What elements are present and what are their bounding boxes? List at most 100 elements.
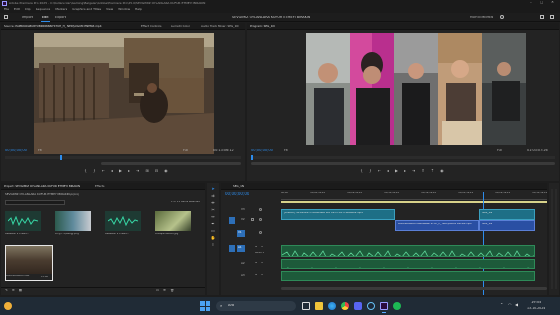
file-explorer-icon[interactable] [315, 302, 323, 310]
track-header-v1[interactable]: V1 [225, 228, 279, 240]
settings-icon[interactable] [500, 15, 504, 19]
mark-out-icon[interactable]: } [93, 169, 96, 175]
close-button[interactable]: ✕ [551, 1, 557, 5]
task-view-icon[interactable] [302, 302, 310, 310]
source-scrubber[interactable] [5, 155, 241, 160]
program-go-to-in-icon[interactable]: ⇤ [378, 169, 381, 175]
tab-lumetri[interactable]: Lumetri Color [171, 25, 190, 28]
clip-v1[interactable]: PAPRIKOGBURTUBRINNNNYSTUH_H_ NEDŞÜĞÜM EN… [395, 220, 479, 231]
mute-button[interactable]: M [255, 274, 257, 277]
program-mark-out-icon[interactable]: } [369, 169, 372, 175]
source-patch-a[interactable] [229, 245, 235, 252]
clock-time[interactable]: 19:55 [531, 301, 541, 305]
project-item[interactable]: a7@FTQ6wtgJ.png [55, 211, 91, 239]
ripple-edit-tool-icon[interactable]: ⇹ [211, 201, 214, 205]
premiere-taskbar-icon[interactable] [380, 302, 388, 310]
spotify-icon[interactable] [393, 302, 401, 310]
mute-button[interactable]: M [255, 246, 257, 249]
tab-edit[interactable]: Edit [42, 16, 49, 19]
maximize-button[interactable]: □ [540, 1, 546, 5]
home-icon[interactable] [4, 15, 8, 19]
tab-effect-controls[interactable]: Effect Controls [141, 25, 162, 28]
eye-icon[interactable] [259, 208, 262, 211]
program-mark-in-icon[interactable]: { [360, 169, 363, 175]
audio-clip-a2[interactable] [281, 259, 535, 269]
program-timecode[interactable]: 00;00;00;00 [251, 149, 273, 153]
slip-tool-icon[interactable]: ↔ [211, 215, 214, 219]
tab-effects[interactable]: Effects [95, 185, 105, 188]
eye-icon[interactable] [259, 231, 262, 234]
solo-button[interactable]: S [261, 274, 263, 277]
type-tool-icon[interactable]: T [212, 243, 214, 247]
timeline-ruler[interactable]: 00;00 00;04;59;29 00;09;59;29 00;14;59;2… [281, 192, 547, 200]
mute-button[interactable]: M [255, 262, 257, 265]
track-header-a3[interactable]: A3 M S [225, 271, 279, 281]
clock-date[interactable]: 13.10.2024 [527, 307, 545, 310]
project-item[interactable]: Assassin's Creed... [5, 211, 41, 239]
step-forward-icon[interactable]: ▸ [128, 169, 130, 175]
track-select-tool-icon[interactable]: ⇉ [211, 194, 214, 198]
browser-icon[interactable] [328, 302, 336, 310]
pen-tool-icon[interactable]: ✒ [211, 222, 214, 226]
program-zoom-bar[interactable] [251, 162, 555, 165]
new-item-icon[interactable]: ⊕ [163, 289, 166, 294]
overwrite-icon[interactable]: ⊟ [155, 169, 158, 175]
trash-icon[interactable]: 🗑 [170, 289, 174, 294]
source-resolution-select[interactable]: Full [183, 149, 188, 152]
new-bin-icon[interactable]: ▭ [156, 289, 159, 294]
steam-icon[interactable] [367, 302, 375, 310]
export-frame-icon[interactable]: ◉ [164, 169, 168, 175]
track-header-v2[interactable]: V2 [225, 215, 279, 227]
insert-icon[interactable]: ⊞ [145, 169, 148, 175]
discord-icon[interactable] [354, 302, 362, 310]
clip-v2-b[interactable]: SEG_1N [479, 209, 535, 220]
extract-icon[interactable]: ⇡ [431, 169, 434, 175]
go-to-in-icon[interactable]: ⇤ [102, 169, 105, 175]
track-header-v3[interactable]: V3 [225, 206, 279, 214]
share-icon[interactable] [540, 15, 544, 19]
tab-timeline[interactable]: SEG_1N [233, 185, 244, 188]
lift-icon[interactable]: ⇑ [421, 169, 424, 175]
clip-v1-b[interactable]: SEG_1N [479, 220, 535, 231]
project-item[interactable]: Anlaşılmaktan.jpg [155, 211, 191, 239]
track-header-a1[interactable]: A1 M S Audio 1 [225, 243, 279, 257]
source-zoom-select[interactable]: Fit [38, 149, 42, 152]
write-icon[interactable]: ✎ [5, 289, 8, 294]
play-icon[interactable]: ▶ [119, 169, 122, 175]
razor-tool-icon[interactable]: ✂ [211, 208, 214, 212]
eye-icon[interactable] [259, 218, 262, 221]
tab-project[interactable]: Project: SEVGİMİZ OYLANLARA KÜFÜR ETMEYİ… [4, 185, 84, 188]
program-step-back-icon[interactable]: ◂ [387, 169, 389, 175]
project-search-input[interactable] [5, 200, 65, 205]
timeline-scrollbar[interactable] [281, 287, 547, 290]
program-resolution-select[interactable]: Full [497, 149, 502, 152]
tab-export[interactable]: Export [55, 16, 66, 19]
source-timecode[interactable]: 00;00;00;00 [5, 149, 27, 153]
tab-audio-mixer[interactable]: Audio Track Mixer: SEG_1N [201, 25, 241, 28]
solo-button[interactable]: S [261, 246, 263, 249]
hand-tool-icon[interactable]: ✋ [211, 236, 216, 240]
list-view-icon[interactable]: ≡ [12, 289, 15, 294]
chrome-icon[interactable] [341, 302, 349, 310]
tab-import[interactable]: Import [22, 16, 33, 19]
program-zoom-select[interactable]: Fit [284, 149, 288, 152]
work-area-bar[interactable] [281, 201, 547, 203]
tab-program[interactable]: Program: SEG_1N [250, 25, 275, 28]
source-video-frame[interactable] [34, 33, 214, 154]
program-step-forward-icon[interactable]: ▸ [404, 169, 406, 175]
program-playhead[interactable] [251, 155, 253, 160]
clip-v2[interactable]: [DIKKAT] SEVGİMİZ OYLANLARA KÜFÜR ETMEYİ… [281, 209, 395, 220]
mark-in-icon[interactable]: { [84, 169, 87, 175]
source-playhead[interactable] [60, 155, 62, 160]
lock-icon[interactable] [251, 218, 254, 221]
icon-view-icon[interactable]: ▦ [19, 289, 22, 294]
rectangle-tool-icon[interactable]: ▭ [211, 229, 215, 233]
fullscreen-icon[interactable] [550, 15, 554, 19]
track-header-a2[interactable]: A2 M S [225, 259, 279, 269]
network-icon[interactable]: ◠ [508, 303, 512, 307]
solo-button[interactable]: S [261, 262, 263, 265]
audio-clip-a1[interactable] [281, 245, 535, 257]
program-video-frame[interactable] [306, 33, 526, 145]
program-play-icon[interactable]: ▶ [395, 169, 398, 175]
project-item[interactable]: Assassin's Creed... [105, 211, 141, 239]
